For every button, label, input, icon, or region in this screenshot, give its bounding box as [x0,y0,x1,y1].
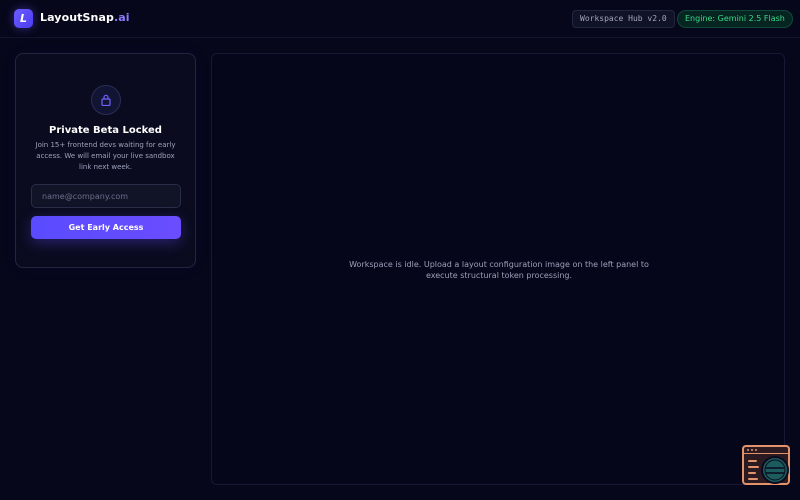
panel-description: Join 15+ frontend devs waiting for early… [35,141,176,171]
brand-main: LayoutSnap [40,11,114,24]
lock-icon [91,85,121,115]
widget-dot [747,449,749,451]
logo-letter: L [19,12,27,25]
globe-icon [761,456,789,484]
widget-line [748,478,758,480]
widget-dot [751,449,753,451]
widget-line [748,472,756,474]
workspace-idle-message: Workspace is idle. Upload a layout confi… [349,260,649,280]
workspace-hub-badge: Workspace Hub v2.0 [572,10,675,28]
get-early-access-button[interactable]: Get Early Access [31,216,181,239]
logo-icon[interactable]: L [14,9,33,28]
beta-access-panel: Private Beta Locked Join 15+ frontend de… [15,53,196,268]
widget-titlebar [744,447,788,454]
engine-status-badge: Engine: Gemini 2.5 Flash [677,10,793,28]
browser-search-icon[interactable] [742,445,790,485]
top-bar: L LayoutSnap.ai Workspace Hub v2.0 Engin… [0,0,800,38]
panel-title: Private Beta Locked [49,125,162,136]
email-field[interactable] [31,184,181,208]
widget-dot [755,449,757,451]
brand-suffix: .ai [113,11,130,24]
workspace-canvas[interactable]: Workspace is idle. Upload a layout confi… [211,53,785,485]
widget-line [748,466,759,468]
widget-line [748,460,757,462]
brand-name[interactable]: LayoutSnap.ai [40,11,130,24]
